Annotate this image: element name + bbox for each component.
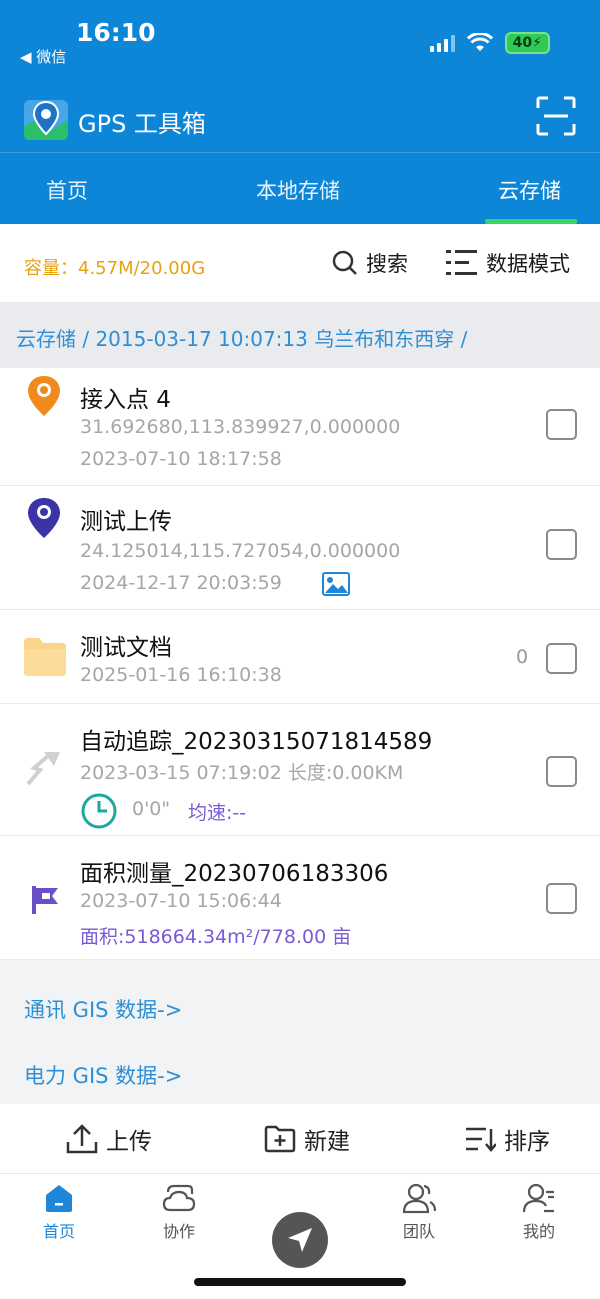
storage-toolbar: 容量：4.57M/20.00G 搜索 数据模式	[0, 224, 600, 302]
comm-gis-link[interactable]: 通讯 GIS 数据->	[24, 994, 182, 1024]
wifi-icon	[466, 33, 493, 51]
data-mode-button[interactable]: 数据模式	[446, 248, 570, 278]
app-header: 16:10 ◀ 微信 40⚡ GPS 工具箱 首页 本地存储 云存储	[0, 0, 600, 224]
signal-icon	[429, 34, 455, 52]
home-icon	[46, 1185, 72, 1212]
item-coordinates: 24.125014,115.727054,0.000000	[80, 540, 401, 562]
list-mode-icon	[446, 250, 477, 275]
status-icons: 40⚡	[429, 32, 550, 54]
upload-button[interactable]: 上传	[66, 1122, 152, 1156]
item-checkbox[interactable]	[546, 883, 577, 914]
power-gis-link[interactable]: 电力 GIS 数据->	[24, 1060, 182, 1090]
track-route-icon	[26, 752, 60, 786]
navigate-button[interactable]	[272, 1212, 328, 1268]
gis-links: 通讯 GIS 数据-> 电力 GIS 数据->	[0, 970, 600, 1104]
home-indicator	[194, 1278, 406, 1286]
sort-button[interactable]: 排序	[464, 1122, 550, 1156]
app-logo-icon	[24, 100, 68, 140]
list-item-test-document[interactable]: 测试文档 2025-01-16 16:10:38 0	[0, 610, 600, 704]
tab-home[interactable]: 首页	[46, 175, 88, 205]
item-time: 2023-07-10 15:06:44	[80, 890, 282, 912]
status-time: 16:10	[76, 18, 156, 47]
nav-mine[interactable]: 我的	[499, 1182, 579, 1242]
data-mode-label: 数据模式	[486, 252, 570, 276]
item-name: 自动追踪_20230315071814589	[80, 729, 433, 755]
item-time-length: 2023-03-15 07:19:02 长度:0.00KM	[80, 762, 404, 784]
nav-home-label: 首页	[42, 1222, 75, 1241]
item-time: 2024-12-17 20:03:59	[80, 572, 282, 594]
sort-icon	[466, 1127, 496, 1152]
bottom-nav: 首页 协作 团队 我的	[0, 1174, 600, 1299]
folder-item-count: 0	[516, 646, 529, 668]
capacity-text: 容量：4.57M/20.00G	[24, 258, 206, 279]
image-attachment-icon[interactable]	[322, 572, 350, 596]
battery-icon: 40⚡	[504, 32, 550, 54]
nav-mine-label: 我的	[522, 1222, 555, 1241]
battery-level: 40	[512, 35, 533, 51]
clock-icon	[81, 793, 117, 829]
area-flag-icon	[32, 886, 58, 914]
scan-icon[interactable]	[534, 94, 578, 138]
item-name: 测试文档	[80, 635, 172, 661]
upload-icon	[66, 1124, 98, 1154]
new-folder-icon	[264, 1125, 296, 1153]
area-value: 面积:518664.34m²/778.00 亩	[80, 926, 352, 948]
nav-team[interactable]: 团队	[379, 1182, 459, 1242]
search-label: 搜索	[366, 252, 408, 276]
nav-collaborate-label: 协作	[162, 1222, 195, 1241]
collaborate-cloud-icon	[162, 1184, 196, 1212]
create-button[interactable]: 新建	[264, 1122, 350, 1156]
breadcrumb: 云存储 / 2015-03-17 10:07:13 乌兰布和东西穿 /	[0, 302, 600, 368]
list-item-test-upload[interactable]: 测试上传 24.125014,115.727054,0.000000 2024-…	[0, 486, 600, 610]
list-item-access-point[interactable]: 接入点 4 31.692680,113.839927,0.000000 2023…	[0, 368, 600, 486]
track-average-speed: 均速:--	[188, 802, 247, 824]
search-button[interactable]: 搜索	[332, 248, 408, 278]
create-label: 新建	[304, 1129, 350, 1155]
tab-cloud-storage[interactable]: 云存储	[498, 175, 561, 205]
item-coordinates: 31.692680,113.839927,0.000000	[80, 416, 401, 438]
list-item-auto-track[interactable]: 自动追踪_20230315071814589 2023-03-15 07:19:…	[0, 704, 600, 836]
list-item-area-measure[interactable]: 面积测量_20230706183306 2023-07-10 15:06:44 …	[0, 836, 600, 960]
navigation-arrow-icon	[288, 1228, 312, 1252]
sort-label: 排序	[504, 1129, 550, 1155]
item-time: 2023-07-10 18:17:58	[80, 448, 282, 470]
tab-local-storage[interactable]: 本地存储	[256, 175, 340, 205]
item-name: 测试上传	[80, 509, 172, 535]
orange-pin-icon	[28, 376, 60, 416]
folder-icon	[24, 638, 66, 676]
nav-team-label: 团队	[402, 1222, 435, 1241]
item-checkbox[interactable]	[546, 643, 577, 674]
back-to-wechat[interactable]: ◀ 微信	[20, 46, 66, 67]
file-list: 接入点 4 31.692680,113.839927,0.000000 2023…	[0, 368, 600, 960]
item-checkbox[interactable]	[546, 529, 577, 560]
blue-pin-icon	[28, 498, 60, 538]
profile-icon	[522, 1183, 554, 1213]
track-duration: 0'0"	[132, 798, 171, 820]
item-checkbox[interactable]	[546, 756, 577, 787]
item-time: 2025-01-16 16:10:38	[80, 664, 282, 686]
item-name: 面积测量_20230706183306	[80, 861, 389, 887]
action-bar: 上传 新建 排序	[0, 1104, 600, 1174]
nav-collaborate[interactable]: 协作	[139, 1182, 219, 1242]
item-checkbox[interactable]	[546, 409, 577, 440]
upload-label: 上传	[106, 1129, 152, 1155]
search-icon	[332, 250, 357, 275]
top-tabs: 首页 本地存储 云存储	[0, 152, 600, 224]
item-name: 接入点 4	[80, 387, 171, 413]
team-icon	[402, 1183, 436, 1214]
nav-home[interactable]: 首页	[19, 1182, 99, 1242]
app-title: GPS 工具箱	[78, 110, 206, 138]
breadcrumb-path[interactable]: 云存储 / 2015-03-17 10:07:13 乌兰布和东西穿 /	[16, 323, 467, 352]
